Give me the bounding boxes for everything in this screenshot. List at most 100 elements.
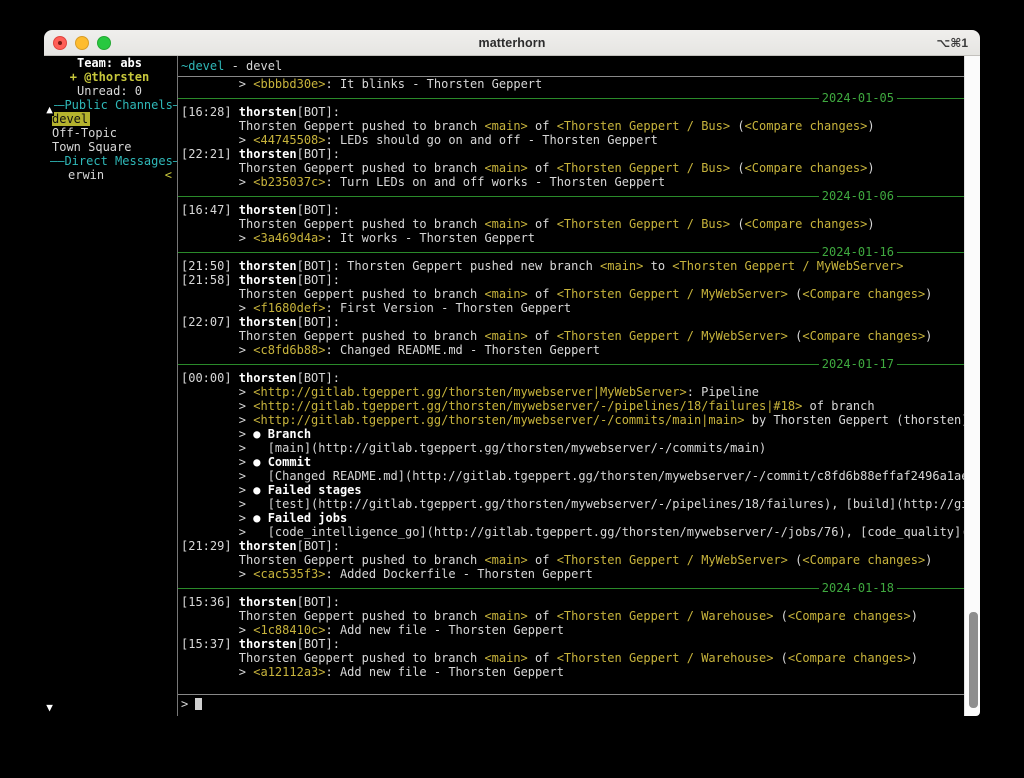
message-row: [16:28] thorsten[BOT]: (178, 105, 967, 119)
message-link[interactable]: <main> (484, 217, 528, 231)
message-link[interactable]: <main> (600, 259, 644, 273)
message-link[interactable]: <Compare changes> (744, 161, 868, 175)
message-list[interactable]: > <bbbbd30e>: It blinks - Thorsten Geppe… (178, 77, 967, 695)
scroll-up-indicator-icon[interactable]: ▲ (45, 103, 54, 116)
date-separator: 2024-01-18 (178, 581, 967, 595)
sidebar-channel-off-topic[interactable]: Off-Topic (44, 126, 177, 140)
message-author: thorsten (238, 315, 297, 329)
sidebar-channel-town-square[interactable]: Town Square (44, 140, 177, 154)
message-input[interactable]: > (181, 697, 203, 711)
message-link[interactable]: <main> (484, 609, 528, 623)
message-text: : It blinks - Thorsten Geppert (325, 77, 543, 91)
message-link[interactable]: <Thorsten Geppert / Bus> (556, 161, 731, 175)
message-text: > (181, 427, 254, 441)
message-link[interactable]: <b235037c> (253, 175, 326, 189)
scrollbar-thumb[interactable] (968, 611, 979, 709)
message-link[interactable]: <Compare changes> (787, 651, 911, 665)
message-text: : LEDs should go on and off - Thorsten G… (325, 133, 658, 147)
message-continuation-row: > <c8fd6b88>: Changed README.md - Thorst… (178, 343, 967, 357)
message-continuation-row: > [test](http://gitlab.tgeppert.gg/thors… (178, 497, 967, 511)
message-continuation-row: > <44745508>: LEDs should go on and off … (178, 133, 967, 147)
message-row: [22:07] thorsten[BOT]: (178, 315, 967, 329)
message-text: Thorsten Geppert pushed to branch (181, 119, 485, 133)
scroll-down-indicator-icon[interactable]: ▼ (45, 701, 54, 714)
message-continuation-row: > [code_intelligence_go](http://gitlab.t… (178, 525, 967, 539)
message-link[interactable]: <Compare changes> (802, 329, 926, 343)
message-bot-tag: [BOT]: (296, 203, 340, 217)
message-text: > (181, 455, 254, 469)
message-text: > [Changed README.md](http://gitlab.tgep… (238, 469, 967, 483)
message-link[interactable]: <Compare changes> (744, 119, 868, 133)
channel-name-tilde: ~devel (181, 59, 225, 73)
message-link[interactable]: <http://gitlab.tgeppert.gg/thorsten/mywe… (253, 413, 745, 427)
message-timestamp: [21:58] (181, 273, 239, 287)
message-link[interactable]: <Thorsten Geppert / Warehouse> (556, 651, 774, 665)
message-link[interactable]: <Thorsten Geppert / MyWebServer> (556, 287, 788, 301)
message-author: thorsten (238, 637, 297, 651)
message-link[interactable]: <Thorsten Geppert / Bus> (556, 217, 731, 231)
message-link[interactable]: <3a469d4a> (253, 231, 326, 245)
message-link[interactable]: <Compare changes> (787, 609, 911, 623)
message-text: to (643, 259, 673, 273)
dm-unread-marker-icon: < (164, 168, 172, 182)
sidebar-channel-devel[interactable]: devel (44, 112, 177, 126)
message-link[interactable]: <Compare changes> (802, 553, 926, 567)
message-timestamp: [16:28] (181, 105, 239, 119)
message-continuation-row: Thorsten Geppert pushed to branch <main>… (178, 119, 967, 133)
message-link[interactable]: <a12112a3> (253, 665, 326, 679)
message-continuation-row: Thorsten Geppert pushed to branch <main>… (178, 287, 967, 301)
message-bot-tag: [BOT]: (296, 371, 340, 385)
message-bot-tag: [BOT]: (296, 147, 340, 161)
message-link[interactable]: <44745508> (253, 133, 326, 147)
message-link[interactable]: <Thorsten Geppert / Warehouse> (556, 609, 774, 623)
sidebar: Team: abs + @thorsten Unread: 0 ——Public… (44, 56, 178, 716)
current-user-label[interactable]: + @thorsten (44, 70, 177, 84)
message-link[interactable]: <main> (484, 287, 528, 301)
message-text: by Thorsten Geppert (thorsten) has faile… (751, 413, 967, 427)
message-link[interactable]: <main> (484, 161, 528, 175)
message-text: ) (867, 161, 875, 175)
message-continuation-row: Thorsten Geppert pushed to branch <main>… (178, 329, 967, 343)
bullet-icon: ● (253, 511, 268, 525)
message-row: [22:21] thorsten[BOT]: (178, 147, 967, 161)
bullet-icon: ● (253, 427, 268, 441)
message-text: : It works - Thorsten Geppert (325, 231, 536, 245)
message-link[interactable]: <main> (484, 553, 528, 567)
message-author: thorsten (238, 147, 297, 161)
message-link[interactable]: <Compare changes> (802, 287, 926, 301)
message-text: of (527, 651, 557, 665)
message-link[interactable]: <f1680def> (253, 301, 326, 315)
channel-header: ~devel - devel (178, 56, 970, 77)
message-link[interactable]: <c8fd6b88> (253, 343, 326, 357)
message-link[interactable]: <1c88410c> (253, 623, 326, 637)
team-label: Team: abs (76, 56, 143, 70)
message-text: > (181, 77, 254, 91)
sidebar-dm-erwin[interactable]: erwin < (44, 168, 177, 182)
message-timestamp: [21:29] (181, 539, 239, 553)
message-link[interactable]: <Thorsten Geppert / MyWebServer> (556, 329, 788, 343)
message-text: : Changed README.md - Thorsten Geppert (325, 343, 601, 357)
message-link[interactable]: <main> (484, 119, 528, 133)
message-continuation-row: Thorsten Geppert pushed to branch <main>… (178, 553, 967, 567)
message-link[interactable]: <Thorsten Geppert / Bus> (556, 119, 731, 133)
message-link[interactable]: <Thorsten Geppert / MyWebServer> (556, 553, 788, 567)
message-timestamp: [21:50] (181, 259, 239, 273)
message-text: of branch (802, 399, 875, 413)
date-separator-label: 2024-01-17 (818, 357, 897, 371)
message-link[interactable]: <main> (484, 329, 528, 343)
message-link[interactable]: <main> (484, 651, 528, 665)
message-link[interactable]: <bbbbd30e> (253, 77, 326, 91)
message-link[interactable]: <cac535f3> (253, 567, 326, 581)
message-row: [00:00] thorsten[BOT]: (178, 371, 967, 385)
message-link[interactable]: <http://gitlab.tgeppert.gg/thorsten/mywe… (253, 385, 687, 399)
message-text: > (181, 567, 254, 581)
message-text: Thorsten Geppert pushed to branch (181, 651, 485, 665)
message-link[interactable]: <Compare changes> (744, 217, 868, 231)
message-text: : Add new file - Thorsten Geppert (325, 665, 564, 679)
message-link[interactable]: <Thorsten Geppert / MyWebServer> (672, 259, 904, 273)
channel-header-separator: - (224, 59, 247, 73)
message-text: of (527, 553, 557, 567)
message-timestamp: [16:47] (181, 203, 239, 217)
message-link[interactable]: <http://gitlab.tgeppert.gg/thorsten/mywe… (253, 399, 803, 413)
vertical-scrollbar[interactable] (964, 56, 980, 716)
